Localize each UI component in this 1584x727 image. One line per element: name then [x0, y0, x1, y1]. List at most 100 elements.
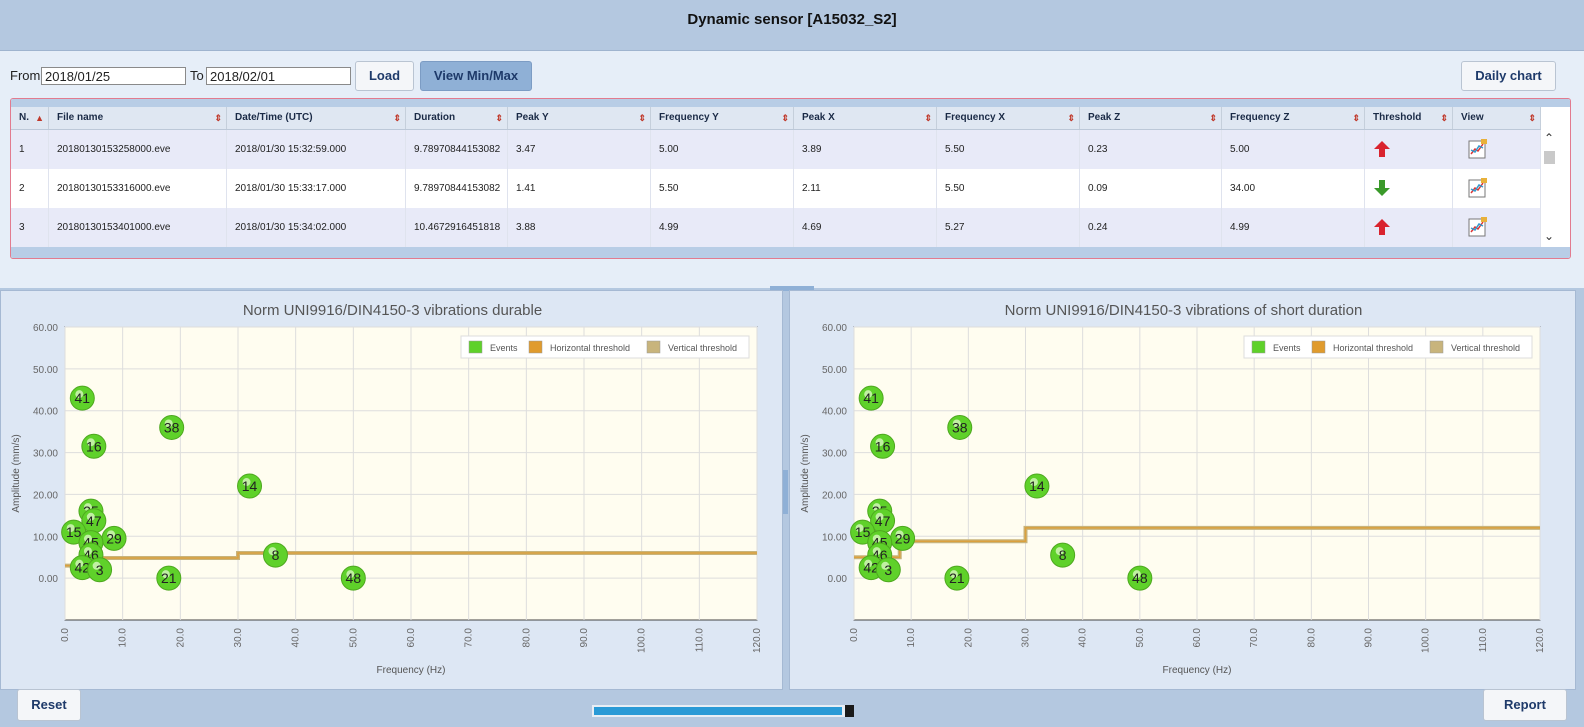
event-label: 14 [1029, 478, 1045, 494]
view-chart-icon[interactable] [1467, 138, 1489, 160]
event-label: 47 [875, 513, 891, 529]
cell-frequency-y: 5.00 [651, 130, 794, 169]
cell-frequency-z: 5.00 [1222, 130, 1365, 169]
event-label: 48 [346, 570, 362, 586]
event-label: 14 [242, 478, 258, 494]
col-header-label: Peak X [802, 112, 835, 123]
cell-n: 3 [11, 208, 49, 247]
y-tick-label: 20.00 [33, 490, 58, 501]
col-header-label: Peak Z [1088, 112, 1121, 123]
x-tick-label: 100.0 [637, 628, 648, 653]
col-header-peak-x[interactable]: Peak X ⇕ [794, 107, 937, 129]
footer-bar: Reset Report [0, 689, 1584, 727]
events-grid: N. ▲ File name ⇕ Date/Time (UTC) ⇕ Duration… [10, 98, 1571, 259]
view-chart-icon[interactable] [1467, 177, 1489, 199]
table-row[interactable]: 2 20180130153316000.eve 2018/01/30 15:33:1… [11, 169, 1541, 208]
from-date-input[interactable]: 2018/01/25 [41, 67, 186, 85]
table-row[interactable]: 3 20180130153401000.eve 2018/01/30 15:34:0… [11, 208, 1541, 247]
cell-datetime: 2018/01/30 15:32:59.000 [227, 130, 406, 169]
event-label: 47 [86, 513, 102, 529]
legend-swatch [468, 340, 483, 354]
cell-frequency-z: 34.00 [1222, 169, 1365, 208]
cell-frequency-z: 4.99 [1222, 208, 1365, 247]
col-header-peak-y[interactable]: Peak Y ⇕ [508, 107, 651, 129]
cell-peak-x: 4.69 [794, 208, 937, 247]
chart-short-duration: Norm UNI9916/DIN4150-3 vibrations of sho… [800, 302, 1546, 676]
y-tick-label: 40.00 [822, 407, 847, 418]
col-header-frequency-z[interactable]: Frequency Z ⇕ [1222, 107, 1365, 129]
reset-button[interactable]: Reset [17, 689, 81, 721]
col-header-label: Threshold [1373, 112, 1422, 123]
y-tick-label: 60.00 [822, 323, 847, 334]
table-row[interactable]: 1 20180130153258000.eve 2018/01/30 15:32:5… [11, 130, 1541, 169]
x-tick-label: 60.0 [406, 628, 417, 648]
col-header-duration[interactable]: Duration ⇕ [406, 107, 508, 129]
col-header-n[interactable]: N. ▲ [11, 107, 49, 129]
cell-peak-z: 0.09 [1080, 169, 1222, 208]
y-tick-label: 40.00 [33, 407, 58, 418]
view-minmax-button[interactable]: View Min/Max [420, 61, 532, 91]
event-label: 16 [875, 438, 891, 454]
report-button[interactable]: Report [1483, 689, 1567, 721]
cell-frequency-x: 5.27 [937, 208, 1080, 247]
x-tick-label: 0.0 [60, 628, 71, 642]
sort-icon: ⇕ [1352, 113, 1360, 123]
col-header-label: Frequency X [945, 112, 1006, 123]
col-header-label: Frequency Z [1230, 112, 1290, 123]
sort-icon: ⇕ [924, 113, 932, 123]
daily-chart-button[interactable]: Daily chart [1461, 61, 1556, 91]
load-button[interactable]: Load [355, 61, 414, 91]
legend-swatch [646, 340, 661, 354]
progress-fill [594, 707, 842, 715]
x-tick-label: 80.0 [521, 628, 532, 648]
y-axis-label: Amplitude (mm/s) [11, 434, 22, 512]
x-tick-label: 90.0 [1364, 628, 1375, 648]
cell-frequency-y: 4.99 [651, 208, 794, 247]
sort-icon: ⇕ [781, 113, 789, 123]
title-bar: Dynamic sensor [A15032_S2] [0, 0, 1584, 50]
cell-file-name: 20180130153401000.eve [49, 208, 227, 247]
cell-duration: 9.78970844153082 [406, 169, 508, 208]
x-axis-label: Frequency (Hz) [1163, 665, 1232, 676]
cell-datetime: 2018/01/30 15:34:02.000 [227, 208, 406, 247]
sort-icon: ⇕ [1209, 113, 1217, 123]
cell-view [1453, 208, 1541, 247]
legend-swatch [1429, 340, 1444, 354]
from-label: From [10, 68, 41, 83]
grid-scrollbar[interactable]: ⌃ ⌄ [1541, 129, 1559, 251]
sort-icon: ⇕ [495, 113, 503, 123]
to-date-input[interactable]: 2018/02/01 [206, 67, 351, 85]
legend-label: Vertical threshold [668, 343, 737, 353]
x-tick-label: 0.0 [849, 628, 860, 642]
scrollbar-thumb[interactable] [1544, 151, 1555, 164]
threshold-up-arrow-icon [1374, 219, 1390, 235]
cell-peak-y: 1.41 [508, 169, 651, 208]
to-label: To [190, 68, 204, 83]
col-header-datetime[interactable]: Date/Time (UTC) ⇕ [227, 107, 406, 129]
col-header-frequency-y[interactable]: Frequency Y ⇕ [651, 107, 794, 129]
col-header-file-name[interactable]: File name ⇕ [49, 107, 227, 129]
x-tick-label: 40.0 [291, 628, 302, 648]
grid-header: N. ▲ File name ⇕ Date/Time (UTC) ⇕ Duration… [11, 107, 1541, 130]
event-label: 3 [96, 562, 104, 578]
col-header-view[interactable]: View ⇕ [1453, 107, 1541, 129]
scroll-up-icon[interactable]: ⌃ [1544, 131, 1554, 145]
event-label: 3 [884, 562, 892, 578]
cell-file-name: 20180130153316000.eve [49, 169, 227, 208]
col-header-frequency-x[interactable]: Frequency X ⇕ [937, 107, 1080, 129]
view-chart-icon[interactable] [1467, 216, 1489, 238]
col-header-threshold[interactable]: Threshold ⇕ [1365, 107, 1453, 129]
y-tick-label: 50.00 [822, 365, 847, 376]
progress-bar [592, 705, 854, 717]
event-label: 48 [1132, 570, 1148, 586]
cell-duration: 10.4672916451818 [406, 208, 508, 247]
x-tick-label: 10.0 [906, 628, 917, 648]
y-tick-label: 20.00 [822, 490, 847, 501]
x-tick-label: 120.0 [752, 628, 763, 653]
sort-icon: ⇕ [214, 113, 222, 123]
x-tick-label: 120.0 [1535, 628, 1546, 653]
cell-peak-y: 3.88 [508, 208, 651, 247]
col-header-peak-z[interactable]: Peak Z ⇕ [1080, 107, 1222, 129]
vertical-splitter[interactable] [783, 470, 788, 514]
scroll-down-icon[interactable]: ⌄ [1544, 229, 1554, 243]
